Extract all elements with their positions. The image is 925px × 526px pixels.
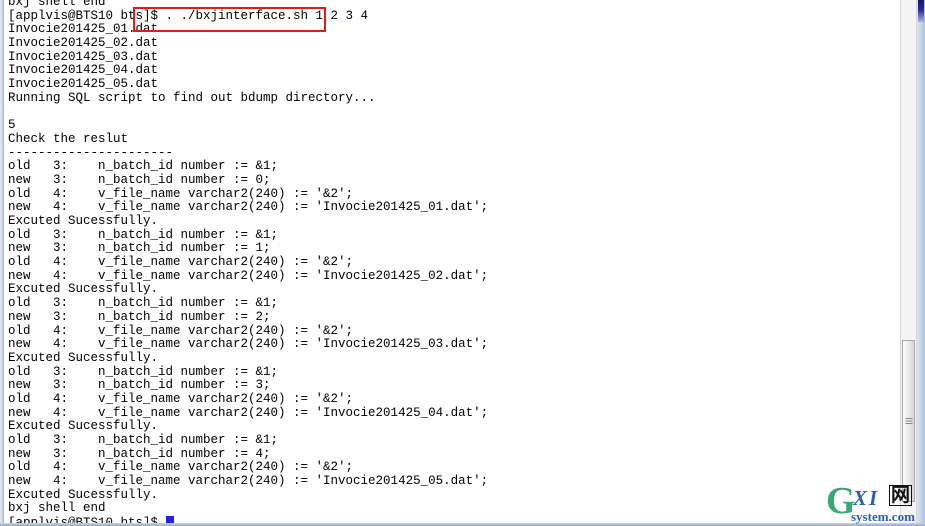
terminal-line: old 4: v_file_name varchar2(240) := '&2'… [8, 255, 354, 270]
terminal-window: bxj shell end [applvis@BTS10 bts]$ . ./bx… [0, 0, 925, 526]
terminal-line: new 4: v_file_name varchar2(240) := 'Inv… [8, 337, 489, 352]
terminal-line: old 3: n_batch_id number := &1; [8, 364, 279, 379]
terminal-line: Excuted Sucessfully. [8, 214, 159, 228]
terminal-line: old 4: v_file_name varchar2(240) := '&2'… [8, 460, 354, 475]
terminal-text: bxj shell end [applvis@BTS10 bts]$ . ./bx… [8, 0, 488, 523]
terminal-line: old 3: n_batch_id number := &1; [8, 433, 279, 447]
terminal-line: new 4: v_file_name varchar2(240) := 'Inv… [8, 405, 489, 420]
scrollbar-grip-icon [905, 418, 912, 424]
terminal-line: ---------------------- [8, 145, 174, 160]
terminal-prompt-line: [applvis@BTS10 bts]$ [8, 516, 488, 523]
window-corner-accent [918, 0, 924, 22]
terminal-line: old 4: v_file_name varchar2(240) := '&2'… [8, 323, 354, 338]
terminal-line: 5 [8, 118, 16, 133]
terminal-line: new 3: n_batch_id number := 2; [8, 309, 271, 324]
terminal-line: new 3: n_batch_id number := 0; [8, 172, 271, 187]
terminal-line: new 3: n_batch_id number := 3; [8, 378, 271, 393]
terminal-line: old 4: v_file_name varchar2(240) := '&2'… [8, 391, 354, 406]
terminal-output-area[interactable]: bxj shell end [applvis@BTS10 bts]$ . ./bx… [4, 0, 894, 523]
terminal-line: Excuted Sucessfully. [8, 282, 159, 297]
terminal-line: new 4: v_file_name varchar2(240) := 'Inv… [8, 200, 489, 215]
terminal-line: old 4: v_file_name varchar2(240) := '&2'… [8, 186, 354, 201]
terminal-line: [applvis@BTS10 bts]$ . ./bxjinterface.sh… [8, 8, 369, 23]
window-right-edge [917, 0, 925, 523]
terminal-line: Invocie201425_01.dat [8, 22, 159, 37]
shell-prompt: [applvis@BTS10 bts]$ [8, 516, 166, 523]
terminal-line: Invocie201425_02.dat [8, 36, 159, 51]
terminal-line: old 3: n_batch_id number := &1; [8, 296, 279, 311]
terminal-line: Invocie201425_03.dat [8, 49, 159, 64]
terminal-line: Check the reslut [8, 131, 129, 146]
terminal-line: Excuted Sucessfully. [8, 419, 159, 434]
terminal-line: Running SQL script to find out bdump dir… [8, 90, 376, 105]
terminal-line: bxj shell end [8, 501, 106, 516]
terminal-line: Invocie201425_04.dat [8, 63, 159, 78]
terminal-line: new 4: v_file_name varchar2(240) := 'Inv… [8, 268, 489, 283]
terminal-line: new 3: n_batch_id number := 4; [8, 446, 271, 461]
terminal-line: old 3: n_batch_id number := &1; [8, 227, 279, 242]
terminal-line: Invocie201425_05.dat [8, 77, 159, 92]
terminal-line: Excuted Sucessfully. [8, 350, 159, 365]
terminal-line: old 3: n_batch_id number := &1; [8, 159, 279, 174]
scrollbar-thumb[interactable] [902, 340, 915, 502]
vertical-scrollbar[interactable] [900, 0, 917, 523]
terminal-line: Excuted Sucessfully. [8, 487, 159, 502]
text-cursor [165, 516, 174, 523]
terminal-line: new 3: n_batch_id number := 1; [8, 241, 271, 256]
terminal-line: new 4: v_file_name varchar2(240) := 'Inv… [8, 474, 489, 489]
